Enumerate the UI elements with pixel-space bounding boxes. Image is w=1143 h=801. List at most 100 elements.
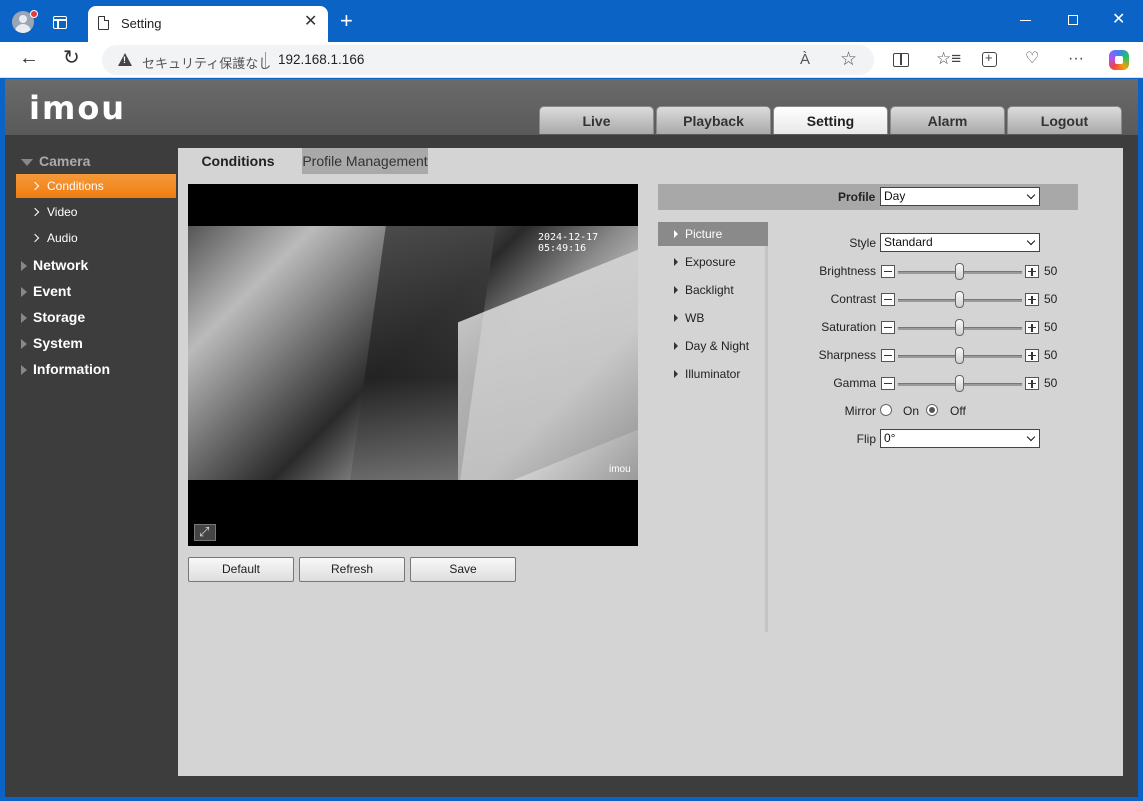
sidebar-item-audio[interactable]: Audio [16,226,176,250]
refresh-button[interactable]: Refresh [299,557,405,582]
profile-bar: Profile Day [658,184,1078,210]
saturation-label: Saturation [821,320,876,334]
saturation-slider-thumb[interactable] [955,319,964,336]
menu-item-wb[interactable]: WB [658,306,768,330]
brightness-decrease-button[interactable] [881,265,895,278]
profile-label: Profile [838,190,876,204]
save-button[interactable]: Save [410,557,516,582]
gamma-decrease-button[interactable] [881,377,895,390]
saturation-increase-button[interactable] [1025,321,1039,334]
page-header: imou Live Playback Setting Alarm Logout [5,79,1138,135]
mirror-on-radio[interactable] [880,404,892,416]
caret-right-icon [21,339,27,350]
close-tab-icon[interactable]: ✕ [304,14,317,30]
camera-feed-image [188,226,638,480]
window-close-icon[interactable]: ✕ [1112,12,1125,28]
brightness-slider-thumb[interactable] [955,263,964,280]
url-input[interactable]: 192.168.1.166 [278,52,364,67]
security-status[interactable]: セキュリティ保護なし [142,53,271,72]
sidebar-section-label: Camera [39,153,91,169]
browser-titlebar: Setting ✕ + ✕ [0,0,1143,42]
menu-item-day-night[interactable]: Day & Night [658,334,768,358]
sidebar-section-camera[interactable]: Camera [21,153,90,169]
sidebar-item-label: Conditions [47,179,104,193]
nav-tab-playback[interactable]: Playback [656,106,771,134]
new-tab-button[interactable]: + [340,10,353,32]
contrast-slider-thumb[interactable] [955,291,964,308]
sharpness-label: Sharpness [818,348,876,362]
triangle-right-icon [674,257,678,266]
nav-tab-alarm[interactable]: Alarm [890,106,1005,134]
address-bar[interactable]: セキュリティ保護なし 192.168.1.166 À ☆ [102,45,874,75]
gamma-increase-button[interactable] [1025,377,1039,390]
image-settings-menu: Picture Exposure Backlight WB Day & Nigh… [658,222,768,632]
sidebar-section-event[interactable]: Event [21,283,71,299]
style-label: Style [849,236,876,250]
style-select[interactable]: Standard [880,233,1040,252]
default-button[interactable]: Default [188,557,294,582]
mirror-label: Mirror [844,404,876,418]
video-timestamp: 2024-12-17 05:49:16 [538,232,599,254]
copilot-icon[interactable] [1109,50,1129,70]
nav-tab-live[interactable]: Live [539,106,654,134]
tab-actions-icon[interactable] [53,16,67,29]
mirror-off-radio[interactable] [926,404,938,416]
caret-down-icon [21,158,33,166]
sharpness-slider-thumb[interactable] [955,347,964,364]
sidebar-item-label: Video [47,205,78,219]
favorite-star-icon[interactable]: ☆ [840,48,857,71]
tab-profile-management[interactable]: Profile Management [302,148,428,174]
menu-item-label: Backlight [685,283,734,297]
maximize-icon[interactable] [1068,15,1078,25]
refresh-icon[interactable]: ↻ [63,48,80,68]
back-icon[interactable]: ← [19,48,39,68]
menu-item-label: Day & Night [685,339,750,353]
collections-icon[interactable] [982,50,997,67]
settings-content: Conditions Profile Management 2024-12-17… [178,148,1123,776]
triangle-right-icon [674,313,678,322]
tab-conditions[interactable]: Conditions [178,148,298,174]
imou-logo: imou [29,89,127,127]
video-preview: 2024-12-17 05:49:16 imou [188,184,638,546]
sharpness-decrease-button[interactable] [881,349,895,362]
sidebar-section-label: Storage [33,309,86,325]
triangle-right-icon [674,285,678,294]
menu-item-label: Exposure [685,255,736,269]
sharpness-value: 50 [1044,348,1058,362]
gamma-slider-thumb[interactable] [955,375,964,392]
chevron-right-icon [30,181,40,191]
browser-tab[interactable]: Setting ✕ [88,6,328,42]
contrast-decrease-button[interactable] [881,293,895,306]
read-aloud-icon[interactable]: À [800,51,810,68]
menu-item-backlight[interactable]: Backlight [658,278,768,302]
minimize-icon[interactable] [1020,20,1031,21]
more-menu-icon[interactable]: ··· [1068,50,1084,68]
sidebar-section-network[interactable]: Network [21,257,88,273]
flip-label: Flip [856,432,876,446]
saturation-decrease-button[interactable] [881,321,895,334]
contrast-increase-button[interactable] [1025,293,1039,306]
sidebar-section-information[interactable]: Information [21,361,110,377]
notification-dot-icon [30,10,38,18]
nav-tab-setting[interactable]: Setting [773,106,888,134]
menu-item-picture[interactable]: Picture [658,222,768,246]
flip-select[interactable]: 0° [880,429,1040,448]
browser-essentials-icon[interactable]: ♡ [1025,50,1039,68]
address-divider [265,52,266,68]
menu-item-exposure[interactable]: Exposure [658,250,768,274]
brightness-increase-button[interactable] [1025,265,1039,278]
split-screen-icon[interactable] [893,53,909,67]
sidebar-section-system[interactable]: System [21,335,83,351]
sidebar-section-storage[interactable]: Storage [21,309,85,325]
profile-select[interactable]: Day [880,187,1040,206]
warning-icon[interactable] [118,53,132,66]
sidebar-item-conditions[interactable]: Conditions [16,174,176,198]
favorites-icon[interactable]: ☆≡ [936,50,961,68]
brightness-label: Brightness [819,264,876,278]
menu-item-illuminator[interactable]: Illuminator [658,362,768,386]
sharpness-increase-button[interactable] [1025,349,1039,362]
fullscreen-button[interactable] [194,524,216,541]
sidebar-item-video[interactable]: Video [16,200,176,224]
nav-tab-logout[interactable]: Logout [1007,106,1122,134]
contrast-label: Contrast [830,292,876,306]
